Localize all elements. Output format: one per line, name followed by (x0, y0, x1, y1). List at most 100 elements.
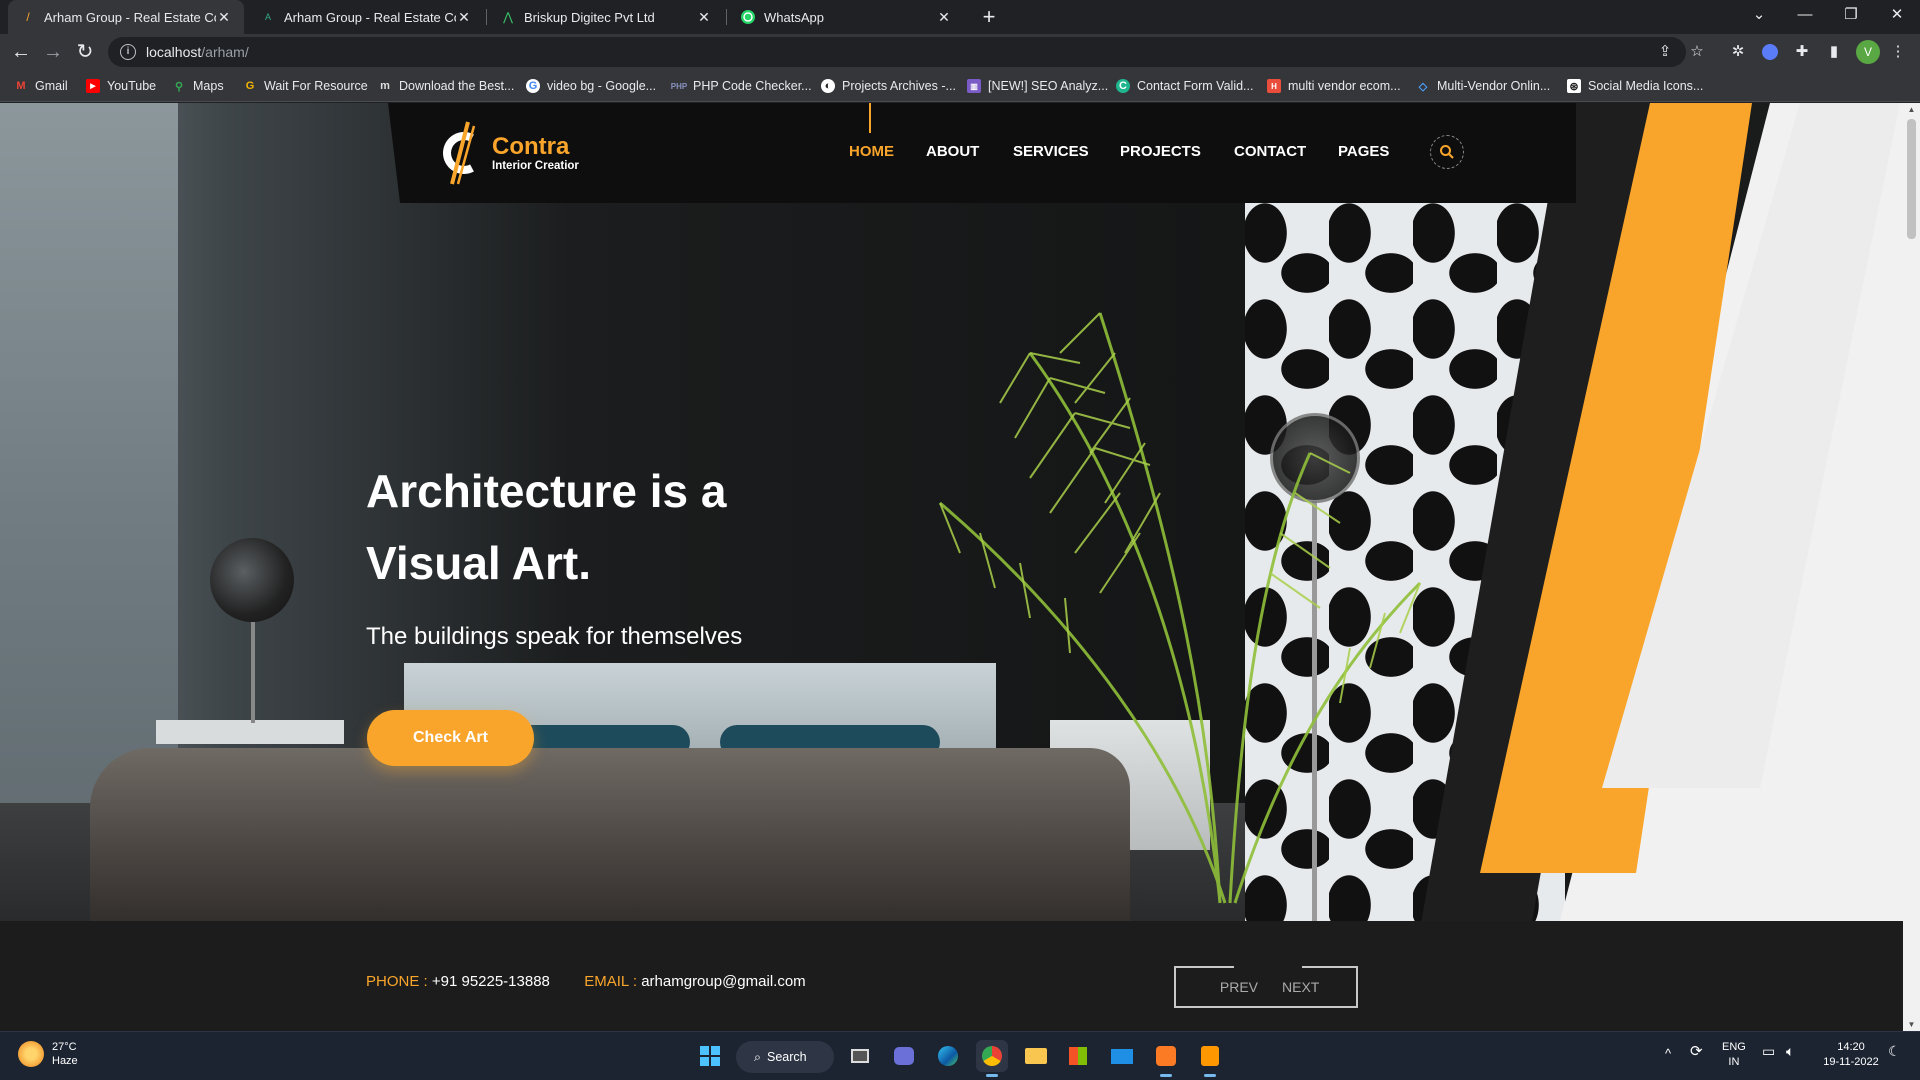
whatsapp-icon (740, 9, 756, 25)
page-viewport: Contra Interior Creatior HOME ABOUT SERV… (0, 103, 1903, 1031)
bookmark-youtube[interactable]: ▶ YouTube (86, 77, 156, 95)
extensions-puzzle-icon[interactable]: ✚ (1792, 42, 1812, 62)
profile-avatar[interactable]: V (1856, 40, 1880, 64)
edge-icon[interactable] (932, 1040, 964, 1072)
logo-name: Contra (492, 133, 570, 160)
microsoft-store-icon[interactable] (1062, 1040, 1094, 1072)
site-info-icon[interactable]: i (120, 44, 136, 60)
bookmark-download-best[interactable]: m Download the Best... (378, 77, 514, 95)
restore-button[interactable]: ❐ (1828, 0, 1874, 34)
mail-icon[interactable] (1106, 1040, 1138, 1072)
teams-chat-icon[interactable] (888, 1040, 920, 1072)
site-logo[interactable]: Contra Interior Creatior (438, 118, 618, 188)
briskup-favicon-icon: ⋀ (503, 10, 513, 24)
prev-button[interactable]: PREV (1176, 968, 1268, 1006)
tab-separator (486, 9, 487, 25)
task-view-icon[interactable] (844, 1040, 876, 1072)
sublime-text-icon[interactable] (1194, 1040, 1226, 1077)
new-tab-button[interactable]: + (976, 4, 1002, 30)
bookmark-seo-analyzer[interactable]: ▥ [NEW!] SEO Analyz... (967, 77, 1108, 95)
next-button[interactable]: NEXT (1268, 968, 1360, 1006)
nav-projects[interactable]: PROJECTS (1120, 143, 1201, 160)
windows-logo-icon (700, 1046, 720, 1066)
address-bar[interactable]: i localhost/arham/ (108, 37, 1686, 67)
bookmark-multi-vendor-online[interactable]: ◇ Multi-Vendor Onlin... (1416, 77, 1550, 95)
social-icon: ⊛ (1567, 79, 1581, 93)
tab-title: Briskup Digitec Pvt Ltd (524, 9, 655, 25)
nav-contact[interactable]: CONTACT (1234, 143, 1306, 160)
extension-blue-icon[interactable] (1760, 42, 1780, 62)
close-window-button[interactable]: ✕ (1874, 0, 1920, 34)
nav-about[interactable]: ABOUT (926, 143, 979, 160)
seo-icon: ▥ (967, 79, 981, 93)
bookmark-social-media-icons[interactable]: ⊛ Social Media Icons... (1567, 77, 1703, 95)
notifications-icon[interactable]: ☾ (1888, 1044, 1901, 1059)
bookmark-star-icon[interactable]: ☆ (1687, 42, 1707, 62)
chrome-taskbar-icon[interactable] (976, 1040, 1008, 1077)
close-tab-icon[interactable]: ✕ (696, 9, 712, 26)
bookmark-contact-form[interactable]: C Contact Form Valid... (1116, 77, 1253, 95)
nav-pages[interactable]: PAGES (1338, 143, 1389, 160)
bookmark-video-bg[interactable]: Gvideo bg - Google... (526, 77, 656, 95)
close-tab-icon[interactable]: ✕ (456, 9, 472, 26)
tab-briskup[interactable]: ⋀ Briskup Digitec Pvt Ltd ✕ (488, 0, 724, 34)
share-icon[interactable]: ⇪ (1655, 42, 1675, 62)
minimize-button[interactable]: — (1782, 0, 1828, 34)
check-art-button[interactable]: Check Art (367, 710, 534, 766)
nav-home[interactable]: HOME (849, 143, 894, 160)
tab-arham-2[interactable]: A Arham Group - Real Estate Coma ✕ (248, 0, 484, 34)
bookmark-label: Contact Form Valid... (1137, 79, 1254, 93)
clock-time: 14:20 (1837, 1041, 1865, 1053)
bookmark-projects-archives[interactable]: ◐ Projects Archives -... (821, 77, 956, 95)
weather-widget[interactable]: 27°C Haze (18, 1040, 78, 1068)
taskbar-search-label: Search (767, 1050, 807, 1064)
email-value[interactable]: arhamgroup@gmail.com (641, 973, 805, 990)
chrome-menu-icon[interactable]: ⋮ (1888, 42, 1908, 62)
gmail-icon: M (16, 80, 26, 92)
bookmark-label: YouTube (107, 79, 157, 93)
lamp-pole (251, 613, 255, 723)
site-search-button[interactable] (1430, 135, 1464, 169)
hero-subtitle: The buildings speak for themselves (366, 623, 743, 650)
reload-button[interactable]: ↻ (72, 39, 98, 65)
phone-value[interactable]: +91 95225-13888 (432, 973, 550, 990)
tab-search-chevron-icon[interactable]: ⌄ (1736, 0, 1782, 34)
weather-temp: 27°C (52, 1041, 77, 1053)
sync-icon[interactable]: ⟳ (1690, 1044, 1703, 1059)
bookmark-label: Social Media Icons... (1588, 79, 1704, 93)
network-icon[interactable]: ▭ (1762, 1044, 1775, 1059)
tab-whatsapp[interactable]: WhatsApp ✕ (728, 0, 964, 34)
bookmark-wait-for-resource[interactable]: G Wait For Resource (243, 77, 368, 95)
tab-title: WhatsApp (764, 9, 824, 25)
hero-title-line2: Visual Art. (366, 537, 591, 589)
bookmark-multi-vendor-ecom[interactable]: Hmulti vendor ecom... (1267, 77, 1401, 95)
tab-arham-1[interactable]: / Arham Group - Real Estate Coma ✕ (8, 0, 244, 34)
taskbar-search[interactable]: ⌕ Search (736, 1041, 834, 1073)
bookmark-maps[interactable]: ⚲ Maps (172, 77, 224, 95)
bookmark-php-checker[interactable]: PHP PHP Code Checker... (671, 77, 812, 95)
scroll-up-arrow-icon[interactable]: ▲ (1903, 105, 1920, 114)
page-scrollbar[interactable]: ▲ ▼ (1903, 103, 1920, 1031)
back-button[interactable]: ← (8, 39, 34, 65)
file-explorer-icon[interactable] (1020, 1040, 1052, 1072)
maps-icon: ⚲ (174, 80, 184, 93)
m-icon: m (380, 80, 390, 92)
language-indicator[interactable]: ENG IN (1722, 1040, 1746, 1070)
forward-button[interactable]: → (40, 39, 66, 65)
tray-overflow-chevron-icon[interactable]: ^ (1665, 1046, 1671, 1061)
volume-icon[interactable]: 🔈︎ (1786, 1044, 1794, 1059)
g-icon: G (245, 80, 255, 92)
side-panel-icon[interactable]: ▮ (1824, 42, 1844, 62)
nav-services[interactable]: SERVICES (1013, 143, 1089, 160)
extension-puzzle-dark-icon[interactable]: ✲ (1728, 42, 1748, 62)
start-button[interactable] (694, 1040, 726, 1072)
close-tab-icon[interactable]: ✕ (216, 9, 232, 26)
nightstand-left (156, 720, 344, 744)
bookmark-gmail[interactable]: M Gmail (14, 77, 67, 95)
scroll-down-arrow-icon[interactable]: ▼ (1903, 1020, 1920, 1029)
close-tab-icon[interactable]: ✕ (936, 9, 952, 26)
xampp-icon[interactable] (1150, 1040, 1182, 1077)
clock[interactable]: 14:20 19-11-2022 (1816, 1040, 1886, 1070)
tab-strip: / Arham Group - Real Estate Coma ✕ A Arh… (0, 0, 1920, 34)
scrollbar-thumb[interactable] (1907, 119, 1916, 239)
